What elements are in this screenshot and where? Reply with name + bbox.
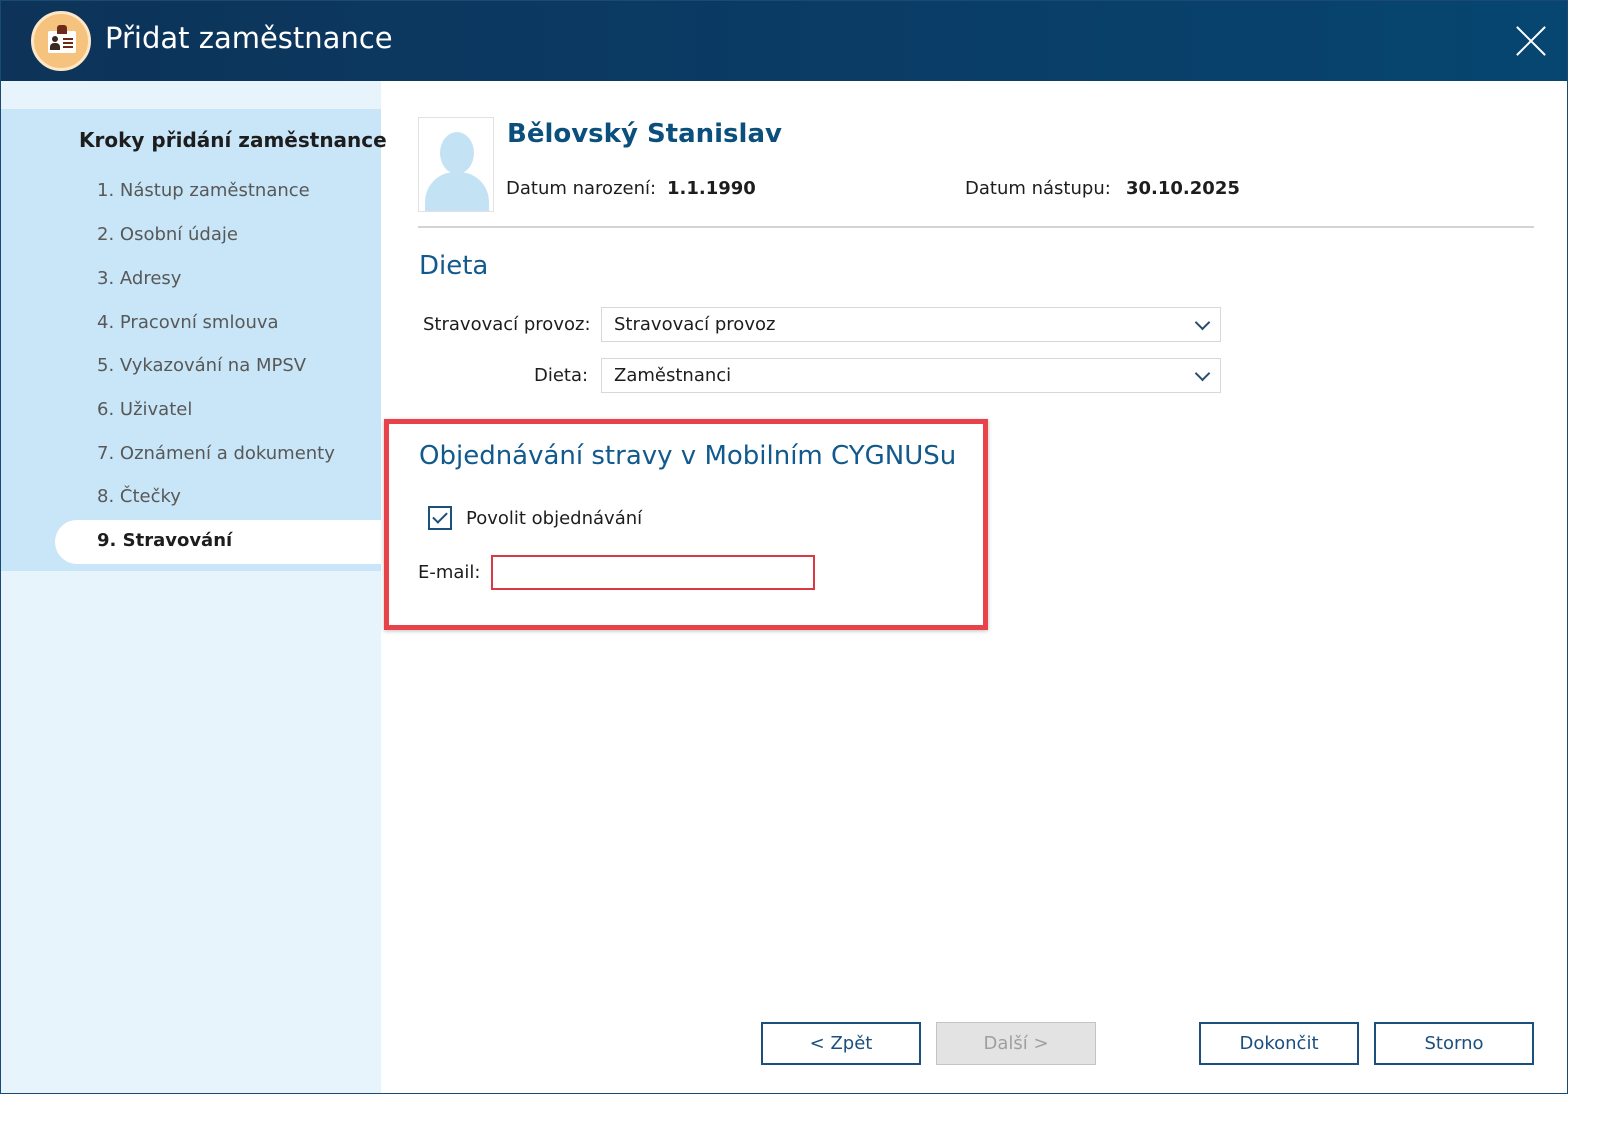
back-button[interactable]: < Zpět [761, 1022, 921, 1065]
email-input[interactable] [491, 555, 815, 590]
mobile-ordering-title: Objednávání stravy v Mobilním CYGNUSu [419, 441, 957, 471]
birth-date-value: 1.1.1990 [667, 178, 756, 199]
start-date-label: Datum nástupu: [965, 178, 1111, 199]
birth-date-label: Datum narození: [506, 178, 657, 199]
step-item-3[interactable]: 3. Adresy [97, 268, 181, 289]
step-item-8[interactable]: 8. Čtečky [97, 486, 181, 507]
step-item-1[interactable]: 1. Nástup zaměstnance [97, 180, 310, 201]
close-icon[interactable] [1513, 23, 1549, 59]
diet-select-value: Zaměstnanci [614, 365, 732, 386]
step-item-5[interactable]: 5. Vykazování na MPSV [97, 355, 306, 376]
step-item-9-active[interactable]: 9. Stravování [97, 530, 232, 551]
start-date-value: 30.10.2025 [1126, 178, 1240, 199]
window-title: Přidat zaměstnance [105, 21, 393, 55]
diet-select[interactable]: Zaměstnanci [601, 358, 1221, 393]
allow-ordering-checkbox[interactable] [428, 506, 452, 530]
add-employee-dialog: Přidat zaměstnance Kroky přidání zaměstn… [0, 0, 1568, 1094]
diet-label: Dieta: [534, 365, 589, 386]
person-placeholder-icon [418, 117, 494, 212]
steps-panel [1, 109, 381, 571]
step-item-2[interactable]: 2. Osobní údaje [97, 224, 238, 245]
employee-name: Bělovský Stanislav [507, 119, 782, 149]
finish-button[interactable]: Dokončit [1199, 1022, 1359, 1065]
canteen-select[interactable]: Stravovací provoz [601, 307, 1221, 342]
next-button[interactable]: Další > [936, 1022, 1096, 1065]
step-item-4[interactable]: 4. Pracovní smlouva [97, 312, 279, 333]
steps-heading: Kroky přidání zaměstnance [79, 128, 387, 152]
chevron-down-icon [1194, 314, 1211, 331]
step-item-6[interactable]: 6. Uživatel [97, 399, 192, 420]
diet-section-title: Dieta [419, 251, 489, 281]
canteen-label: Stravovací provoz: [423, 314, 591, 335]
checkmark-icon [432, 508, 448, 524]
allow-ordering-label[interactable]: Povolit objednávání [466, 508, 642, 529]
step-item-7[interactable]: 7. Oznámení a dokumenty [97, 443, 335, 464]
clipboard-person-icon [31, 11, 91, 71]
email-label: E-mail: [418, 562, 481, 583]
chevron-down-icon [1194, 365, 1211, 382]
header-divider [418, 226, 1534, 228]
title-bar: Přidat zaměstnance [1, 1, 1567, 81]
cancel-button[interactable]: Storno [1374, 1022, 1534, 1065]
canteen-select-value: Stravovací provoz [614, 314, 776, 335]
